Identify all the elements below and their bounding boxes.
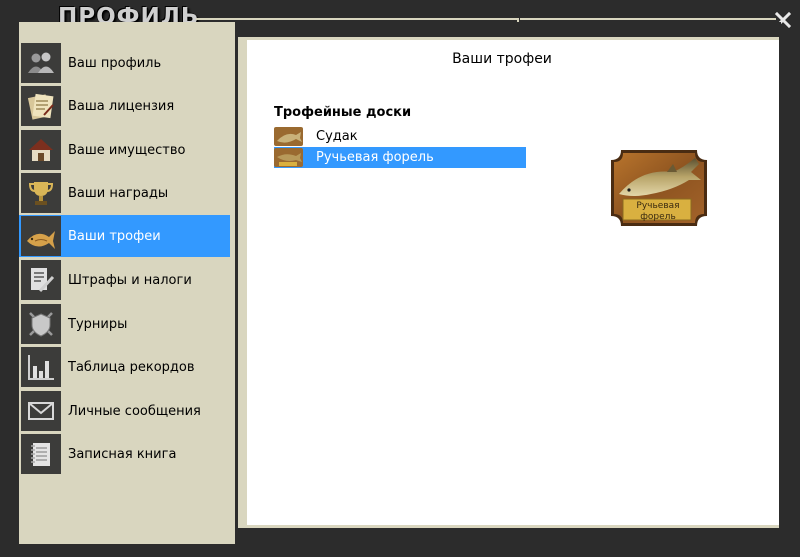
sidebar-item-label: Ваша лицензия [68, 98, 175, 114]
trophy-plaque-caption: Ручьевая форель [636, 201, 680, 222]
sidebar-item-tournaments[interactable]: Турниры [19, 303, 230, 345]
house-icon [21, 130, 61, 170]
sidebar-item-label: Ваши трофеи [68, 228, 161, 244]
bar-chart-icon [21, 347, 61, 387]
sidebar-item-notebook[interactable]: Записная книга [19, 433, 230, 475]
sidebar-item-label: Записная книга [68, 446, 177, 462]
sidebar-item-messages[interactable]: Личные сообщения [19, 390, 230, 432]
sidebar-item-records[interactable]: Таблица рекордов [19, 346, 230, 388]
sidebar-item-property[interactable]: Ваше имущество [19, 129, 230, 171]
trophies-panel: Ваши трофеи Трофейные доски Судак Ручьев… [247, 40, 779, 525]
sidebar-item-label: Личные сообщения [68, 403, 201, 419]
sidebar: Ваш профиль Ваша лицензия Ваше имущество [19, 22, 235, 544]
cup-icon [21, 173, 61, 213]
sidebar-item-label: Ваш профиль [68, 55, 162, 71]
sidebar-item-label: Штрафы и налоги [68, 272, 192, 288]
shield-swords-icon [21, 304, 61, 344]
sidebar-item-license[interactable]: Ваша лицензия [19, 85, 230, 127]
trophy-list-item[interactable]: Судак [274, 126, 526, 147]
sidebar-item-label: Турниры [68, 316, 128, 332]
trophy-label: Ручьевая форель [316, 150, 434, 165]
fish-trophy-icon [21, 216, 61, 256]
envelope-icon [21, 391, 61, 431]
trophy-board-icon [274, 148, 303, 167]
section-title: Трофейные доски [274, 105, 412, 120]
trophy-list-item-selected[interactable]: Ручьевая форель [274, 147, 526, 168]
trophy-label: Судак [316, 129, 358, 144]
sidebar-item-profile[interactable]: Ваш профиль [19, 42, 230, 84]
frame-rule [520, 18, 776, 20]
sidebar-item-trophies[interactable]: Ваши трофеи [19, 215, 230, 257]
document-pen-icon [21, 260, 61, 300]
trophy-board-icon [274, 127, 303, 146]
sidebar-item-label: Таблица рекордов [68, 359, 195, 375]
frame-rule [196, 18, 517, 20]
sidebar-item-awards[interactable]: Ваши награды [19, 172, 230, 214]
license-icon [21, 86, 61, 126]
notebook-icon [21, 434, 61, 474]
users-icon [21, 43, 61, 83]
sidebar-item-label: Ваши награды [68, 185, 169, 201]
page-title: Ваши трофеи [452, 51, 552, 67]
sidebar-item-label: Ваше имущество [68, 142, 186, 158]
sidebar-item-fines[interactable]: Штрафы и налоги [19, 259, 230, 301]
